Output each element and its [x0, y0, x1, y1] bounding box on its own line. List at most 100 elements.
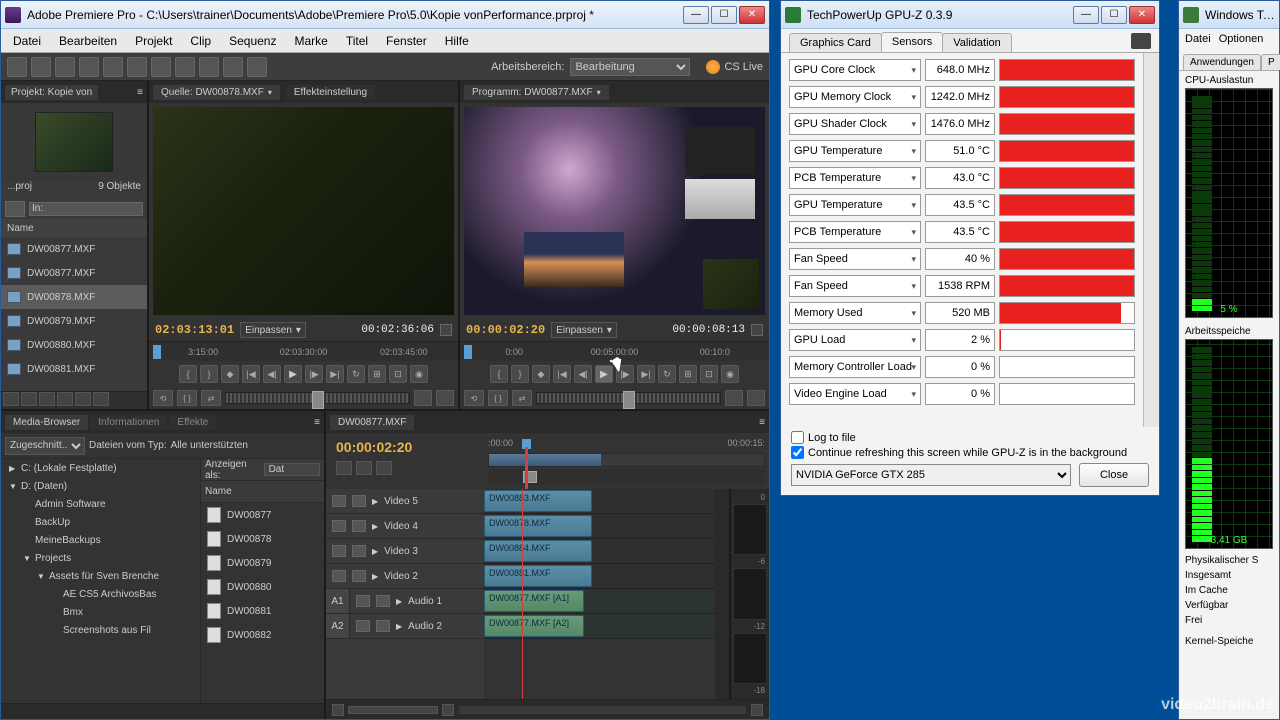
menu-projekt[interactable]: Projekt [127, 32, 180, 50]
program-viewport[interactable] [464, 107, 765, 315]
effect-tab[interactable]: Effekteinstellung [286, 85, 375, 100]
clip[interactable]: DW00883.MXF [484, 490, 592, 512]
ripple-tool-icon[interactable] [55, 57, 75, 77]
video-track-header[interactable]: ▶Video 5 [326, 489, 484, 514]
timeline-ruler[interactable]: :00:0000:00:15: [484, 433, 769, 489]
file-row[interactable]: DW00877 [201, 503, 324, 527]
selection-tool-icon[interactable] [7, 57, 27, 77]
project-item[interactable]: DW00881.MXF [1, 357, 147, 381]
track-select-tool-icon[interactable] [31, 57, 51, 77]
audio-track[interactable]: DW00877.MXF [A2] [484, 614, 715, 639]
menu-sequenz[interactable]: Sequenz [221, 32, 284, 50]
gpuz-scrollbar[interactable] [1143, 53, 1159, 427]
close-button[interactable]: ✕ [1129, 6, 1155, 24]
tree-node[interactable]: Admin Software [1, 495, 200, 513]
snap-icon[interactable] [336, 461, 352, 475]
project-item[interactable]: DW00877.MXF [1, 261, 147, 285]
export-frame-icon[interactable]: ◉ [410, 365, 428, 383]
zoom-in-icon[interactable] [442, 704, 454, 716]
audio-target[interactable]: A1 [326, 589, 350, 614]
clip[interactable]: DW00878.MXF [484, 515, 592, 537]
sequence-tab[interactable]: DW00877.MXF [330, 415, 414, 430]
set-out-icon[interactable]: } [200, 365, 218, 383]
project-item[interactable]: DW00880.MXF [1, 333, 147, 357]
browser-scrollbar[interactable] [1, 703, 324, 719]
minimize-button[interactable]: — [1073, 6, 1099, 24]
tm-tab-p[interactable]: P [1261, 54, 1280, 70]
slip-tool-icon[interactable] [151, 57, 171, 77]
sensor-name[interactable]: GPU Temperature [789, 194, 921, 216]
tree-node[interactable]: Screenshots aus Fil [1, 621, 200, 639]
cs-live[interactable]: CS Live [706, 60, 763, 74]
project-list[interactable]: DW00877.MXFDW00877.MXFDW00878.MXFDW00879… [1, 237, 147, 391]
rolling-tool-icon[interactable] [79, 57, 99, 77]
project-tab[interactable]: Projekt: Kopie von [5, 85, 98, 100]
sensor-name[interactable]: GPU Memory Clock [789, 86, 921, 108]
tree-node[interactable]: BackUp [1, 513, 200, 531]
clip[interactable]: DW00881.MXF [484, 565, 592, 587]
timeline-lanes[interactable]: DW00883.MXF DW00878.MXFDW00884.MXFDW00881… [484, 489, 715, 699]
timeline-vscroll[interactable] [715, 489, 729, 699]
tree-node[interactable]: AE CS5 ArchivosBas [1, 585, 200, 603]
panel-options-icon[interactable]: ≡ [137, 87, 143, 98]
play-button[interactable]: ▶ [284, 365, 302, 383]
file-row[interactable]: DW00881 [201, 599, 324, 623]
menu-fenster[interactable]: Fenster [378, 32, 435, 50]
project-name-column[interactable]: Name [1, 219, 147, 237]
menu-clip[interactable]: Clip [182, 32, 219, 50]
tm-tab-apps[interactable]: Anwendungen [1183, 54, 1261, 70]
audio-track[interactable]: DW00877.MXF [A1] [484, 589, 715, 614]
video-track[interactable]: DW00883.MXF [484, 489, 715, 514]
program-tab[interactable]: Programm: DW00877.MXF▾ [464, 85, 609, 100]
tree-node[interactable]: ▼Projects [1, 549, 200, 567]
taskmgr-titlebar[interactable]: Windows Task [1179, 1, 1279, 29]
menu-bearbeiten[interactable]: Bearbeiten [51, 32, 125, 50]
tree-node[interactable]: MeineBackups [1, 531, 200, 549]
file-row[interactable]: DW00882 [201, 623, 324, 647]
clip[interactable]: DW00877.MXF [A2] [484, 615, 584, 637]
filetype-value[interactable]: Alle unterstützten [171, 440, 248, 451]
info-tab[interactable]: Informationen [90, 415, 167, 430]
sensor-name[interactable]: Memory Controller Load [789, 356, 921, 378]
screenshot-icon[interactable] [1131, 33, 1151, 49]
slide-tool-icon[interactable] [175, 57, 195, 77]
refresh-checkbox[interactable]: Continue refreshing this screen while GP… [791, 446, 1149, 459]
zoom-out-icon[interactable] [332, 704, 344, 716]
pen-tool-icon[interactable] [199, 57, 219, 77]
folder-tree[interactable]: ▶C: (Lokale Festplatte)▼D: (Daten)Admin … [1, 459, 201, 703]
zoom-slider[interactable] [348, 706, 438, 714]
audio-target[interactable]: A2 [326, 614, 350, 639]
tab-sensors[interactable]: Sensors [881, 32, 943, 52]
log-checkbox[interactable]: Log to file [791, 431, 1149, 444]
tm-menu-datei[interactable]: Datei [1185, 33, 1211, 45]
tree-node[interactable]: ▶C: (Lokale Festplatte) [1, 459, 200, 477]
menu-titel[interactable]: Titel [338, 32, 376, 50]
menu-datei[interactable]: Datei [5, 32, 49, 50]
tree-node[interactable]: ▼D: (Daten) [1, 477, 200, 495]
sensor-name[interactable]: GPU Shader Clock [789, 113, 921, 135]
program-in-tc[interactable]: 00:00:02:20 [466, 323, 545, 337]
video-track[interactable]: DW00878.MXF [484, 514, 715, 539]
close-button[interactable]: ✕ [739, 6, 765, 24]
sensor-name[interactable]: PCB Temperature [789, 221, 921, 243]
maximize-button[interactable]: ☐ [711, 6, 737, 24]
menu-hilfe[interactable]: Hilfe [437, 32, 477, 50]
audio-track-header[interactable]: ▶Audio 1 [350, 589, 484, 614]
video-track[interactable]: DW00881.MXF [484, 564, 715, 589]
maximize-button[interactable]: ☐ [1101, 6, 1127, 24]
marker-icon[interactable] [356, 461, 372, 475]
menu-marke[interactable]: Marke [286, 32, 335, 50]
timeline-options-icon[interactable]: ≡ [759, 417, 765, 428]
step-back-icon[interactable]: ◀| [263, 365, 281, 383]
playhead-line[interactable] [522, 489, 523, 699]
sensor-name[interactable]: GPU Temperature [789, 140, 921, 162]
cut-select[interactable]: Zugeschnitt... [5, 437, 85, 455]
video-track[interactable]: DW00884.MXF [484, 539, 715, 564]
project-item[interactable]: DW00878.MXF [1, 285, 147, 309]
video-track-header[interactable]: ▶Video 4 [326, 514, 484, 539]
zoom-tool-icon[interactable] [247, 57, 267, 77]
sensor-name[interactable]: GPU Load [789, 329, 921, 351]
file-name-column[interactable]: Name [201, 481, 324, 503]
goto-in-icon[interactable]: |◀ [242, 365, 260, 383]
minimize-button[interactable]: — [683, 6, 709, 24]
